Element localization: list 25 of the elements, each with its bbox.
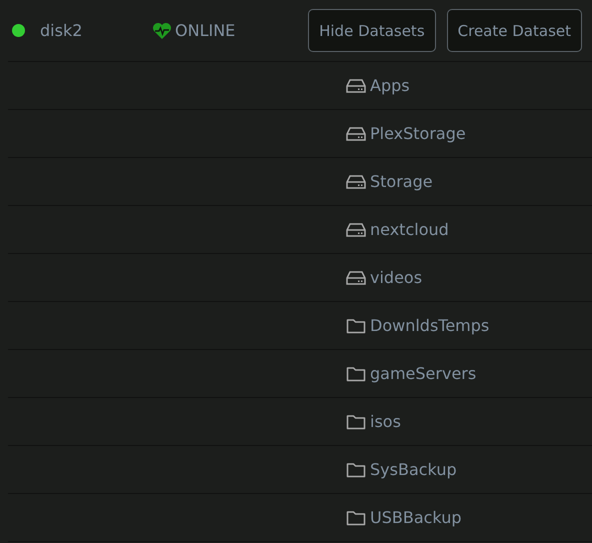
action-button[interactable]: Create Dataset bbox=[446, 9, 582, 52]
drive-icon bbox=[346, 174, 366, 190]
folder-icon bbox=[346, 414, 366, 430]
pool-name: disk2 bbox=[40, 21, 84, 40]
drive-icon bbox=[346, 126, 366, 142]
folder-icon bbox=[346, 366, 366, 382]
dataset-name: DownldsTemps bbox=[370, 316, 490, 335]
dataset-name: nextcloud bbox=[370, 220, 449, 239]
dataset-name: PlexStorage bbox=[370, 124, 466, 143]
dataset-name: USBBackup bbox=[370, 508, 462, 527]
drive-icon bbox=[346, 222, 366, 238]
action-button[interactable]: Hide Datasets bbox=[308, 9, 436, 52]
drive-icon bbox=[346, 270, 366, 286]
folder-icon bbox=[346, 510, 366, 526]
folder-icon bbox=[346, 462, 366, 478]
heartbeat-icon bbox=[152, 22, 172, 40]
pool-status: ONLINE bbox=[175, 21, 236, 40]
dataset-name: Storage bbox=[370, 172, 433, 191]
dataset-name: gameServers bbox=[370, 364, 476, 383]
dataset-name: Apps bbox=[370, 76, 410, 95]
folder-icon bbox=[346, 318, 366, 334]
dataset-name: isos bbox=[370, 412, 401, 431]
drive-icon bbox=[346, 78, 366, 94]
dataset-name: videos bbox=[370, 268, 422, 287]
dataset-name: SysBackup bbox=[370, 460, 457, 479]
